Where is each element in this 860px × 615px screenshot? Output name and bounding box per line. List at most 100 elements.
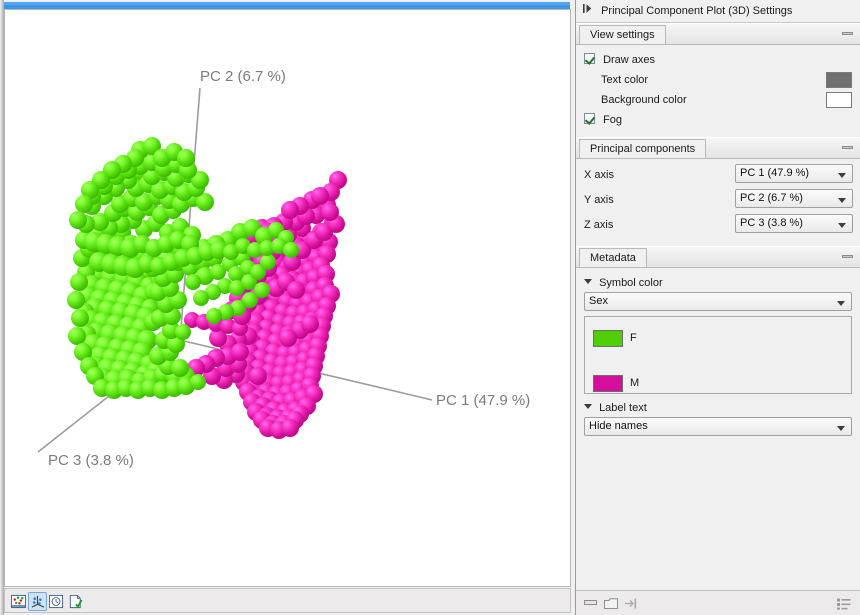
minimize-icon[interactable] (842, 146, 853, 149)
chevron-down-icon (838, 223, 846, 228)
axis-label-pc3: PC 3 (3.8 %) (48, 452, 134, 469)
scatter-point[interactable] (311, 187, 329, 205)
folder-icon[interactable] (604, 598, 618, 612)
z-axis-row: Z axis PC 3 (3.8 %) (584, 214, 852, 236)
scatter-plot-view-button[interactable] (9, 592, 28, 611)
window-left-edge (0, 0, 4, 615)
minimize-icon[interactable] (842, 32, 853, 35)
element-info-button[interactable] (66, 592, 85, 611)
legend-label: F (630, 330, 637, 347)
y-axis-row: Y axis PC 2 (6.7 %) (584, 189, 852, 211)
scatter-point[interactable] (177, 149, 195, 167)
x-axis-value: PC 1 (47.9 %) (740, 167, 809, 179)
label-text-value: Hide names (589, 420, 648, 432)
label-text-disclosure[interactable]: Label text (584, 402, 852, 414)
plot-window: PC 1 (47.9 %) PC 2 (6.7 %) PC 3 (3.8 %) (0, 0, 573, 615)
background-color-row: Background color (584, 90, 852, 110)
group-metadata-body: Symbol color Sex F M (576, 268, 860, 443)
scatter-point[interactable] (287, 281, 305, 299)
chevron-down-icon (584, 279, 592, 284)
scatter-point[interactable] (185, 274, 201, 290)
scatter-point[interactable] (260, 254, 276, 270)
pca-3d-view-button[interactable] (28, 592, 47, 611)
fog-checkbox[interactable] (584, 113, 595, 124)
group-view-settings-body: Draw axes Text color Background color Fo… (576, 45, 860, 137)
axis-label-pc1: PC 1 (47.9 %) (436, 392, 530, 409)
scatter-point[interactable] (171, 359, 189, 377)
x-axis-select[interactable]: PC 1 (47.9 %) (735, 164, 853, 183)
group-view-settings-tab[interactable]: View settings (579, 25, 666, 44)
chevron-down-icon (837, 426, 845, 431)
scatter-point[interactable] (249, 367, 267, 385)
scatter-point[interactable] (193, 290, 209, 306)
pca-3d-canvas[interactable]: PC 1 (47.9 %) PC 2 (6.7 %) PC 3 (3.8 %) (5, 10, 571, 586)
y-axis-value: PC 2 (6.7 %) (740, 192, 803, 204)
legend-swatch[interactable] (593, 375, 623, 392)
scatter-point[interactable] (71, 309, 89, 327)
fog-row[interactable]: Fog (584, 110, 852, 130)
chevron-down-icon (838, 173, 846, 178)
y-axis-label: Y axis (584, 189, 614, 211)
symbol-color-label: Symbol color (599, 277, 663, 289)
axis-label-pc2: PC 2 (6.7 %) (200, 68, 286, 85)
z-axis-label: Z axis (584, 214, 613, 236)
symbol-color-legend: F M (584, 316, 852, 394)
legend-swatch[interactable] (593, 330, 623, 347)
scatter-point[interactable] (281, 201, 299, 219)
scatter-point[interactable] (175, 324, 191, 340)
scatter-point[interactable] (67, 291, 85, 309)
group-metadata-tab[interactable]: Metadata (579, 248, 647, 267)
scatter-point[interactable] (190, 374, 206, 390)
y-axis-select[interactable]: PC 2 (6.7 %) (735, 189, 853, 208)
window-accent-highlight (4, 2, 570, 5)
chevron-down-icon (584, 404, 592, 409)
settings-panel-title: Principal Component Plot (3D) Settings (601, 5, 792, 17)
chevron-down-icon (838, 198, 846, 203)
scatter-plot-icon (11, 594, 26, 609)
scatter-point[interactable] (301, 315, 319, 333)
group-view-settings: View settings Draw axes Text color Backg… (576, 23, 860, 137)
group-principal-components-header[interactable]: Principal components (576, 137, 860, 159)
settings-panel: Principal Component Plot (3D) Settings V… (575, 0, 860, 615)
draw-axes-row[interactable]: Draw axes (584, 50, 852, 70)
scatter-point[interactable] (321, 203, 339, 221)
text-color-swatch[interactable] (826, 72, 852, 88)
scatter-point[interactable] (231, 343, 249, 361)
symbol-color-disclosure[interactable]: Symbol color (584, 277, 852, 289)
text-color-label: Text color (601, 74, 648, 86)
draw-axes-checkbox[interactable] (584, 53, 595, 64)
minimize-icon[interactable] (584, 598, 597, 611)
fog-label: Fog (603, 114, 622, 126)
symbol-color-value: Sex (589, 295, 608, 307)
group-principal-components-tab[interactable]: Principal components (579, 139, 706, 158)
scatter-point[interactable] (206, 308, 222, 324)
scatter-point[interactable] (69, 211, 87, 229)
axes-3d-icon (30, 594, 45, 609)
scatter-point[interactable] (70, 273, 88, 291)
settings-bottom-bar (576, 590, 860, 615)
text-color-row: Text color (584, 70, 852, 90)
dock-right-icon[interactable] (624, 598, 637, 612)
report-check-icon (68, 594, 83, 609)
x-axis-label: X axis (584, 164, 614, 186)
expand-panel-icon[interactable] (582, 0, 593, 22)
background-color-swatch[interactable] (826, 92, 852, 108)
history-button[interactable] (47, 592, 66, 611)
group-metadata: Metadata Symbol color Sex F (576, 246, 860, 443)
scatter-point[interactable] (281, 419, 299, 437)
minimize-icon[interactable] (842, 255, 853, 258)
group-view-settings-header[interactable]: View settings (576, 23, 860, 45)
scatter-point[interactable] (279, 329, 297, 347)
list-settings-icon[interactable] (837, 598, 851, 613)
label-text-select[interactable]: Hide names (584, 417, 852, 436)
background-color-label: Background color (601, 94, 687, 106)
symbol-color-select[interactable]: Sex (584, 292, 852, 311)
z-axis-select[interactable]: PC 3 (3.8 %) (735, 214, 853, 233)
z-axis-value: PC 3 (3.8 %) (740, 217, 803, 229)
group-metadata-header[interactable]: Metadata (576, 246, 860, 268)
legend-label: M (630, 375, 639, 392)
pca-3d-application: PC 1 (47.9 %) PC 2 (6.7 %) PC 3 (3.8 %) (0, 0, 860, 615)
group-principal-components: Principal components X axis PC 1 (47.9 %… (576, 137, 860, 246)
scatter-point[interactable] (283, 242, 299, 258)
x-axis-row: X axis PC 1 (47.9 %) (584, 164, 852, 186)
